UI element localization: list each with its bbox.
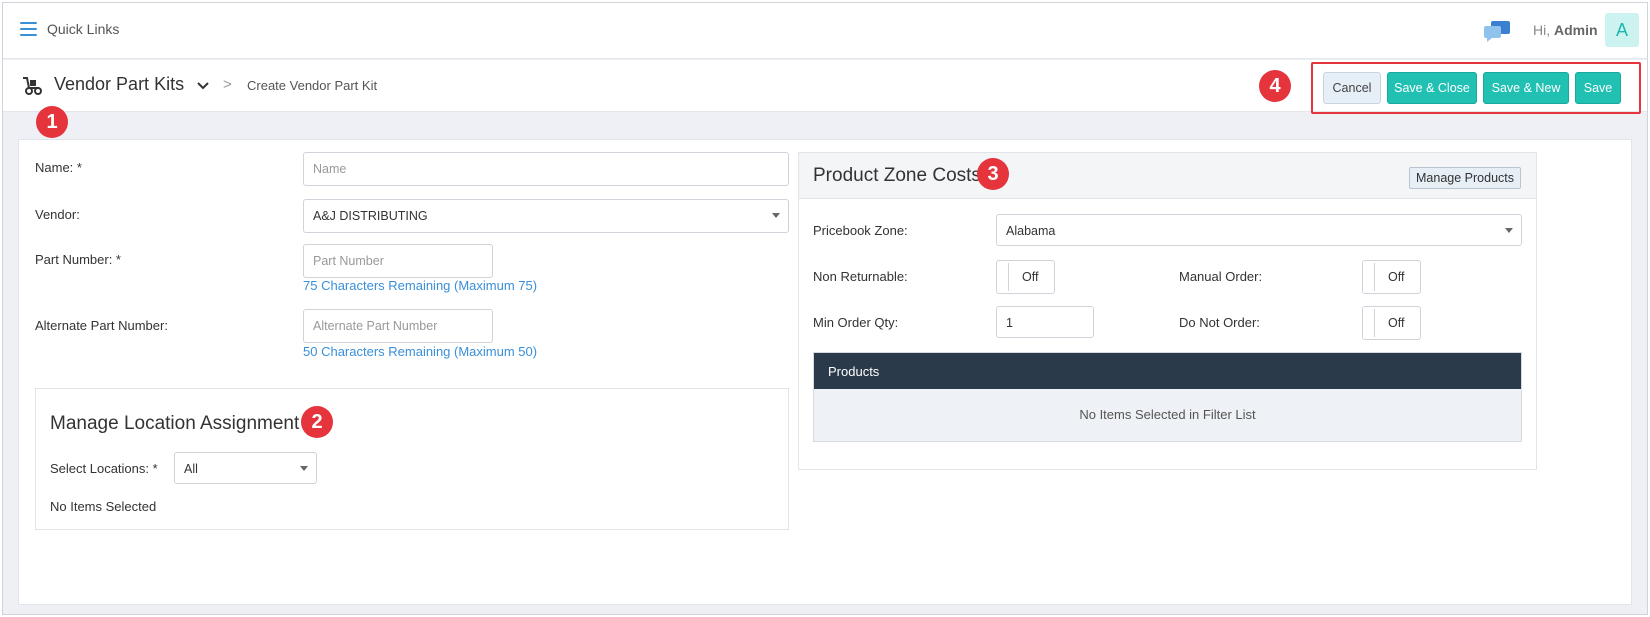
hand-truck-icon — [23, 77, 42, 95]
locations-value: All — [184, 462, 198, 476]
caret-down-icon — [300, 466, 308, 471]
pricebook-zone-value: Alabama — [1006, 224, 1056, 238]
products-table: Products No Items Selected in Filter Lis… — [813, 352, 1522, 442]
products-empty-text: No Items Selected in Filter List — [1079, 407, 1256, 422]
save-new-button[interactable]: Save & New — [1483, 72, 1569, 104]
cancel-button[interactable]: Cancel — [1323, 72, 1381, 104]
caret-down-icon — [1505, 228, 1513, 233]
greeting-prefix: Hi, — [1533, 22, 1551, 38]
manage-products-button[interactable]: Manage Products — [1409, 167, 1521, 189]
manual-order-value: Off — [1388, 270, 1405, 284]
callout-badge-4: 4 — [1259, 70, 1291, 102]
app-frame: Quick Links Hi, Admin A Vendor Part Kits… — [2, 2, 1648, 615]
manual-order-toggle[interactable]: Off — [1362, 260, 1421, 294]
part-number-input[interactable]: Part Number — [303, 244, 493, 278]
min-order-qty-label: Min Order Qty: — [813, 315, 899, 330]
vendor-label: Vendor: — [35, 207, 80, 222]
chevron-down-icon[interactable] — [196, 79, 210, 93]
location-panel: Manage Location Assignment 2 Select Loca… — [35, 388, 789, 530]
non-returnable-value: Off — [1022, 270, 1039, 284]
products-header: Products — [814, 353, 1521, 389]
main-form-card: Name: * Name Vendor: A&J DISTRIBUTING Pa… — [18, 139, 1632, 605]
toggle-knob — [1365, 309, 1375, 337]
non-returnable-label: Non Returnable: — [813, 269, 908, 284]
name-label: Name: * — [35, 160, 82, 175]
avatar[interactable]: A — [1605, 13, 1639, 47]
user-greeting: Hi, Admin — [1533, 22, 1598, 38]
save-button[interactable]: Save — [1575, 72, 1621, 104]
select-locations-label: Select Locations: * — [50, 461, 158, 476]
locations-empty-text: No Items Selected — [50, 499, 157, 514]
locations-select[interactable]: All — [174, 452, 317, 484]
page-header: Vendor Part Kits > Create Vendor Part Ki… — [3, 60, 1647, 114]
pricebook-zone-label: Pricebook Zone: — [813, 223, 908, 238]
quick-links-menu[interactable]: Quick Links — [20, 21, 119, 37]
callout-badge-3: 3 — [977, 158, 1009, 190]
vendor-value: A&J DISTRIBUTING — [313, 209, 428, 223]
save-close-button[interactable]: Save & Close — [1387, 72, 1477, 104]
alt-part-hint: 50 Characters Remaining (Maximum 50) — [303, 344, 538, 359]
zone-panel: Product Zone Costs 3 Manage Products Pri… — [798, 152, 1537, 470]
pricebook-zone-select[interactable]: Alabama — [996, 214, 1522, 246]
page-title[interactable]: Vendor Part Kits — [54, 74, 184, 95]
action-buttons: Cancel Save & Close Save & New Save — [1311, 62, 1641, 114]
breadcrumb-separator: > — [223, 76, 232, 93]
do-not-order-toggle[interactable]: Off — [1362, 306, 1421, 340]
non-returnable-toggle[interactable]: Off — [996, 260, 1055, 294]
top-bar: Quick Links Hi, Admin A — [3, 3, 1647, 59]
name-input[interactable]: Name — [303, 152, 789, 186]
chat-icon[interactable] — [1483, 20, 1511, 42]
do-not-order-value: Off — [1388, 316, 1405, 330]
do-not-order-label: Do Not Order: — [1179, 315, 1260, 330]
part-number-hint: 75 Characters Remaining (Maximum 75) — [303, 278, 538, 293]
manual-order-label: Manual Order: — [1179, 269, 1263, 284]
caret-down-icon — [772, 213, 780, 218]
alt-part-label: Alternate Part Number: — [35, 318, 168, 333]
toggle-knob — [1365, 263, 1375, 291]
hamburger-icon[interactable] — [20, 22, 37, 36]
quick-links-label[interactable]: Quick Links — [47, 21, 119, 37]
vendor-select[interactable]: A&J DISTRIBUTING — [303, 199, 789, 233]
alt-part-input[interactable]: Alternate Part Number — [303, 309, 493, 343]
user-name: Admin — [1554, 22, 1598, 38]
zone-title: Product Zone Costs — [813, 165, 981, 186]
min-order-qty-input[interactable]: 1 — [996, 306, 1094, 338]
callout-badge-2: 2 — [301, 406, 333, 438]
breadcrumb-current: Create Vendor Part Kit — [247, 78, 378, 93]
part-number-label: Part Number: * — [35, 252, 121, 267]
callout-badge-1: 1 — [36, 106, 68, 138]
toggle-knob — [999, 263, 1009, 291]
location-title: Manage Location Assignment — [50, 413, 300, 434]
